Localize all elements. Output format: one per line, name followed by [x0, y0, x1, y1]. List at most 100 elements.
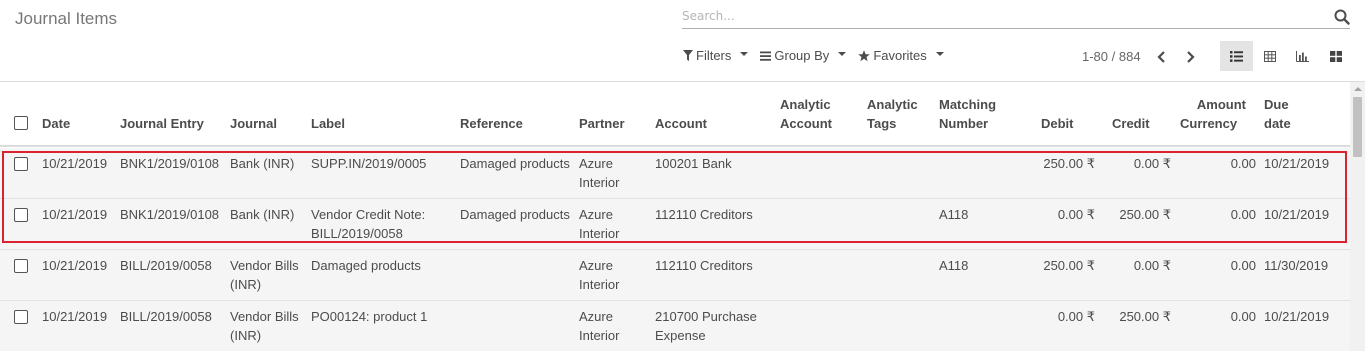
cell-matching: A118: [939, 207, 969, 222]
table-row[interactable]: 10/21/2019 BILL/2019/0058 Vendor Bills (I…: [0, 250, 1350, 301]
cell-label-line1: PO00124: product 1: [311, 309, 428, 324]
cell-journal: Vendor Bills (INR): [230, 307, 299, 345]
header-due-line2: date: [1264, 116, 1291, 131]
row-checkbox[interactable]: [14, 310, 28, 324]
search-bar: [682, 4, 1350, 29]
cell-journal-line1: Vendor Bills: [230, 258, 299, 273]
select-all-checkbox[interactable]: [14, 116, 28, 130]
scrollbar-thumb[interactable]: [1353, 97, 1362, 157]
cell-reference: Damaged products: [460, 156, 570, 171]
cell-debit: 250.00 ₹: [1043, 258, 1095, 273]
cell-journal-entry: BNK1/2019/0108: [120, 207, 220, 222]
cell-label-line2: BILL/2019/0058: [311, 226, 403, 241]
cell-due-date: 10/21/2019: [1264, 156, 1330, 171]
cell-partner-line1: Azure: [579, 258, 613, 273]
header-partner[interactable]: Partner: [579, 114, 625, 133]
view-switcher: [1220, 41, 1352, 71]
filters-button[interactable]: Filters: [683, 48, 749, 63]
pager-value[interactable]: 1-80 / 884: [1082, 49, 1141, 64]
filter-icon: [683, 50, 693, 61]
row-checkbox[interactable]: [14, 157, 28, 171]
header-analytic-account[interactable]: Analytic Account: [780, 95, 832, 133]
vertical-scrollbar[interactable]: [1350, 82, 1365, 351]
cell-journal: Bank (INR): [230, 154, 294, 173]
list-lines-icon: [760, 51, 772, 61]
cell-date: 10/21/2019: [42, 309, 108, 324]
cell-partner-line1: Azure: [579, 156, 613, 171]
cell-account-line1: 100201 Bank: [655, 156, 732, 171]
cell-partner: Azure Interior: [579, 256, 619, 294]
cell-label: Damaged products: [311, 256, 421, 275]
cell-journal-line1: Bank (INR): [230, 207, 295, 222]
search-input[interactable]: [682, 4, 1322, 28]
header-date[interactable]: Date: [42, 114, 70, 133]
header-analytic-account-line1: Analytic: [780, 97, 831, 112]
table-row[interactable]: 10/21/2019 BNK1/2019/0108 Bank (INR) SUP…: [0, 148, 1350, 199]
row-checkbox[interactable]: [14, 208, 28, 222]
caret-down-icon: [935, 52, 944, 56]
cell-journal: Vendor Bills (INR): [230, 256, 299, 294]
chevron-right-icon[interactable]: [1182, 48, 1198, 66]
chevron-left-icon[interactable]: [1154, 48, 1170, 66]
search-options: Filters Group By Favorites: [683, 48, 944, 63]
cell-due-date: 10/21/2019: [1264, 309, 1330, 324]
table-header: Date Journal Entry Journal Label Referen…: [0, 82, 1350, 147]
header-amount-line2: Currency: [1180, 116, 1238, 131]
cell-journal-line2: (INR): [230, 277, 262, 292]
pivot-view-button[interactable]: [1253, 41, 1286, 71]
cell-amount-currency: 0.00: [1230, 309, 1256, 324]
grid-icon: [1263, 50, 1276, 62]
table-row[interactable]: 10/21/2019 BNK1/2019/0108 Bank (INR) Ven…: [0, 199, 1350, 250]
kanban-icon: [1329, 50, 1342, 62]
cell-matching: A118: [939, 258, 969, 273]
group-by-button[interactable]: Group By: [760, 48, 847, 63]
cell-journal-line1: Vendor Bills: [230, 309, 299, 324]
header-analytic-tags[interactable]: Analytic Tags: [867, 95, 918, 133]
cell-account: 210700 Purchase Expense: [655, 307, 757, 345]
cell-credit: 250.00 ₹: [1119, 207, 1171, 222]
cell-label-line1: Vendor Credit Note:: [311, 207, 426, 222]
header-matching-number[interactable]: Matching Number: [939, 95, 996, 133]
kanban-view-button[interactable]: [1319, 41, 1352, 71]
cell-label: PO00124: product 1: [311, 307, 427, 326]
header-due-line1: Due: [1264, 97, 1289, 112]
header-debit[interactable]: Debit: [1041, 114, 1074, 133]
header-matching-line1: Matching: [939, 97, 997, 112]
group-by-label: Group By: [774, 48, 830, 63]
table-row[interactable]: 10/21/2019 BILL/2019/0058 Vendor Bills (I…: [0, 301, 1350, 351]
header-journal-entry[interactable]: Journal Entry: [120, 114, 204, 133]
header-analytic-tags-line2: Tags: [867, 116, 897, 131]
cell-amount-currency: 0.00: [1230, 207, 1256, 222]
cell-account: 112110 Creditors: [655, 256, 753, 275]
cell-account: 100201 Bank: [655, 154, 732, 173]
header-analytic-tags-line1: Analytic: [867, 97, 918, 112]
scroll-up-icon[interactable]: [1354, 87, 1362, 91]
search-icon[interactable]: [1334, 9, 1350, 25]
cell-account-line2: Expense: [655, 328, 706, 343]
cell-date: 10/21/2019: [42, 207, 108, 222]
header-label[interactable]: Label: [311, 114, 345, 133]
cell-journal-line2: (INR): [230, 328, 262, 343]
favorites-button[interactable]: Favorites: [858, 48, 944, 63]
cell-partner: Azure Interior: [579, 307, 619, 345]
row-checkbox[interactable]: [14, 259, 28, 273]
header-journal[interactable]: Journal: [230, 114, 277, 133]
caret-down-icon: [838, 52, 847, 56]
header-reference[interactable]: Reference: [460, 114, 523, 133]
cell-partner-line2: Interior: [579, 226, 620, 241]
cell-partner-line1: Azure: [579, 309, 613, 324]
header-due-date[interactable]: Due date: [1264, 95, 1291, 133]
header-amount-currency[interactable]: Amount Currency: [1170, 95, 1246, 133]
list-view-button[interactable]: [1220, 41, 1253, 71]
bar-chart-icon: [1296, 50, 1309, 62]
list-view-icon: [1230, 50, 1243, 62]
header-credit[interactable]: Credit: [1112, 114, 1150, 133]
header-analytic-account-line2: Account: [780, 116, 832, 131]
header-account[interactable]: Account: [655, 114, 707, 133]
cell-partner: Azure Interior: [579, 205, 619, 243]
cell-debit: 0.00 ₹: [1057, 207, 1095, 222]
cell-amount-currency: 0.00: [1230, 258, 1256, 273]
cell-journal-line1: Bank (INR): [230, 156, 295, 171]
graph-view-button[interactable]: [1286, 41, 1319, 71]
cell-credit: 0.00 ₹: [1133, 258, 1171, 273]
